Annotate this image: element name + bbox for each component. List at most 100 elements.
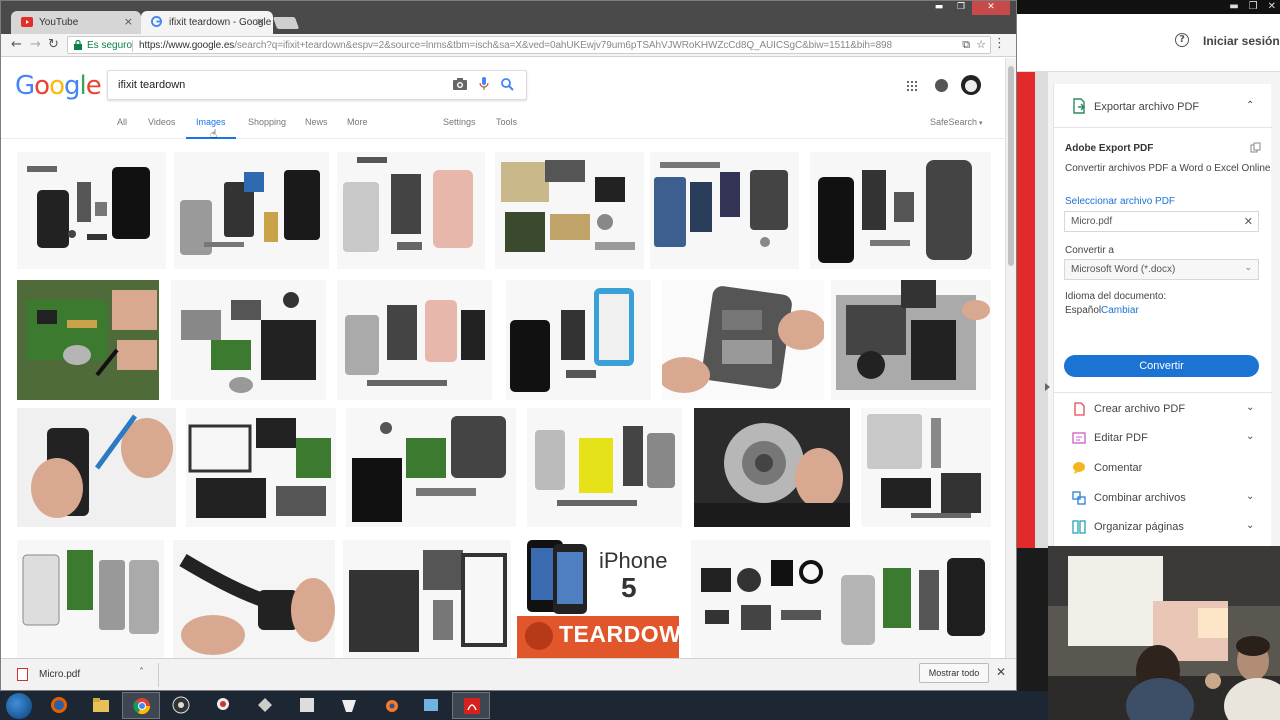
change-language-link[interactable]: Cambiar — [1101, 305, 1139, 316]
image-result[interactable] — [17, 540, 164, 658]
tab-google-search[interactable]: ifixit teardown - Google × — [141, 11, 273, 34]
close-tab-icon[interactable]: × — [124, 15, 133, 28]
image-result[interactable] — [186, 408, 336, 527]
tab-youtube[interactable]: YouTube × — [11, 11, 141, 34]
tool-label: Organizar páginas — [1094, 521, 1184, 533]
selected-file-field[interactable]: Micro.pdf ✕ — [1064, 211, 1259, 232]
collapse-panel-icon[interactable] — [1045, 383, 1050, 391]
image-result[interactable] — [691, 540, 833, 658]
clear-file-icon[interactable]: ✕ — [1244, 215, 1253, 228]
iphone-number-caption: 5 — [621, 572, 637, 603]
image-result[interactable] — [337, 152, 485, 269]
image-result[interactable] — [810, 152, 991, 269]
convert-to-label: Convertir a — [1065, 245, 1114, 256]
image-result[interactable] — [173, 540, 335, 658]
downloads-bar: Micro.pdf ˄ Mostrar todo ✕ — [1, 658, 1016, 690]
image-result[interactable] — [650, 152, 799, 269]
chevron-down-icon: ⌄ — [1244, 263, 1252, 273]
taskbar-app-3[interactable] — [288, 692, 326, 719]
maximize-button[interactable]: ❐ — [950, 1, 972, 15]
minimize-button[interactable]: ▬ — [928, 1, 950, 15]
acrobat-icon — [464, 698, 480, 714]
convert-format-select[interactable]: Microsoft Word (*.docx) ⌄ — [1064, 259, 1259, 280]
forward-icon[interactable]: → — [30, 37, 41, 52]
image-result[interactable] — [174, 152, 329, 269]
image-result[interactable] — [343, 540, 511, 658]
tool-edit-pdf[interactable]: Editar PDF ⌄ — [1054, 423, 1272, 453]
taskbar-chrome[interactable] — [122, 692, 160, 719]
taskbar-blender[interactable] — [372, 692, 410, 719]
language-label: Idioma del documento: — [1065, 291, 1167, 302]
acrobat-window-controls[interactable]: ▬ ❐ ✕ — [1229, 1, 1276, 12]
translate-icon[interactable]: ⧉ — [962, 38, 970, 52]
app-icon — [258, 698, 272, 712]
image-thumbnail — [501, 160, 635, 252]
image-result[interactable] — [337, 280, 492, 400]
image-result[interactable] — [495, 152, 644, 269]
image-result[interactable] — [662, 280, 824, 400]
image-result[interactable] — [831, 280, 991, 400]
chrome-menu-icon[interactable]: ⋮ — [993, 36, 1006, 51]
signin-link[interactable]: Iniciar sesión — [1203, 34, 1280, 48]
windows-taskbar — [0, 691, 1048, 720]
close-downloads-icon[interactable]: ✕ — [996, 665, 1006, 679]
back-icon[interactable]: ← — [11, 37, 22, 52]
help-icon[interactable]: ? — [1175, 33, 1189, 47]
image-result[interactable] — [171, 280, 326, 400]
folder-icon — [93, 698, 109, 712]
tool-comment[interactable]: Comentar — [1054, 453, 1272, 483]
google-images-page: Google ifixit teardown All Videos Images… — [1, 58, 1005, 658]
image-result[interactable] — [346, 408, 516, 527]
image-result[interactable] — [506, 280, 651, 400]
image-thumbnail — [180, 170, 320, 255]
close-tab-icon[interactable]: × — [256, 15, 265, 28]
new-tab-button[interactable] — [272, 17, 300, 29]
chevron-up-icon[interactable]: ˄ — [139, 667, 144, 678]
page-scrollbar[interactable] — [1005, 58, 1016, 658]
download-filename: Micro.pdf — [39, 669, 81, 680]
copy-icon[interactable] — [1250, 142, 1261, 153]
start-button[interactable] — [6, 693, 32, 719]
address-bar[interactable]: Es seguro https://www.google.es/search?q… — [67, 36, 991, 54]
image-thumbnail — [654, 162, 788, 247]
selected-file-name: Micro.pdf — [1071, 216, 1113, 227]
reload-icon[interactable]: ↻ — [48, 37, 59, 52]
tool-combine-files[interactable]: Combinar archivos ⌄ — [1054, 483, 1272, 513]
chevron-down-icon: ⌄ — [1246, 491, 1255, 502]
app-icon — [217, 698, 229, 710]
taskbar-app-5[interactable] — [412, 692, 450, 719]
image-result[interactable] — [694, 408, 850, 527]
image-result-iphone5-teardown[interactable]: iPhone 5 TEARDOWN — [517, 540, 679, 658]
taskbar-obs[interactable] — [162, 692, 200, 719]
tool-label: Crear archivo PDF — [1094, 403, 1186, 415]
bookmark-star-icon[interactable]: ☆ — [976, 38, 986, 52]
taskbar-acrobat[interactable] — [452, 692, 490, 719]
taskbar-firefox[interactable] — [40, 692, 78, 719]
chevron-up-icon[interactable]: ⌃ — [1246, 100, 1254, 111]
firefox-icon — [51, 697, 67, 713]
scrollbar-thumb[interactable] — [1008, 66, 1014, 266]
taskbar-explorer[interactable] — [82, 692, 120, 719]
image-result[interactable] — [17, 408, 176, 527]
google-icon — [151, 16, 162, 27]
select-file-label[interactable]: Seleccionar archivo PDF — [1065, 196, 1175, 207]
pdf-file-icon — [17, 668, 28, 681]
tool-create-pdf[interactable]: Crear archivo PDF ⌄ — [1054, 394, 1272, 424]
close-window-button[interactable]: ✕ — [972, 1, 1010, 15]
image-result[interactable] — [833, 540, 991, 658]
image-thumbnail — [188, 418, 331, 518]
download-item[interactable]: Micro.pdf ˄ — [9, 663, 159, 687]
image-result[interactable] — [17, 280, 159, 400]
taskbar-app-1[interactable] — [204, 692, 242, 719]
taskbar-app-2[interactable] — [246, 692, 284, 719]
show-all-downloads-button[interactable]: Mostrar todo — [919, 663, 989, 683]
image-result[interactable] — [861, 408, 991, 527]
image-result[interactable] — [527, 408, 682, 527]
image-result[interactable] — [17, 152, 166, 269]
export-pdf-icon — [1073, 98, 1085, 114]
export-pdf-title: Exportar archivo PDF — [1094, 101, 1200, 113]
tool-organize-pages[interactable]: Organizar páginas ⌄ — [1054, 512, 1272, 542]
taskbar-app-4[interactable] — [330, 692, 368, 719]
export-pdf-header[interactable]: Exportar archivo PDF ⌃ — [1054, 84, 1272, 128]
convert-button[interactable]: Convertir — [1064, 355, 1259, 377]
